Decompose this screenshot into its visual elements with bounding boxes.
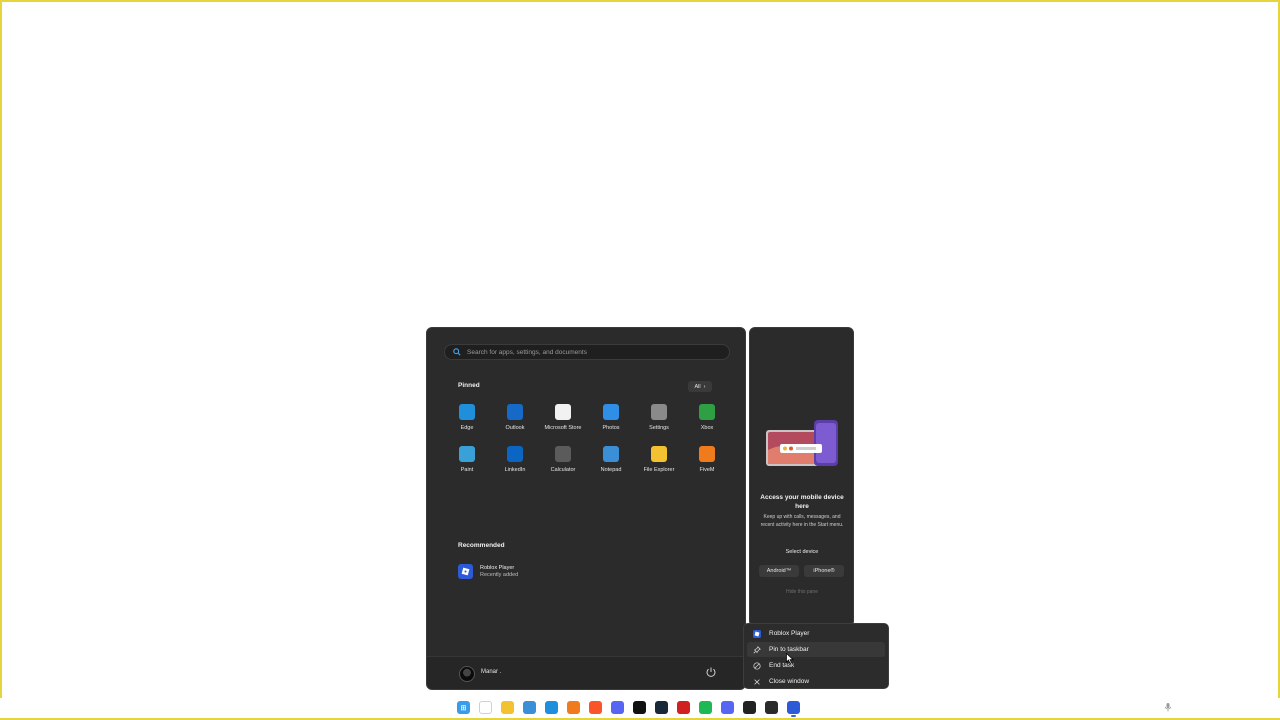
- pinned-app-file-explorer[interactable]: File Explorer: [636, 446, 682, 482]
- taskbar: ⊞: [0, 698, 1280, 718]
- pinned-app-label: Notepad: [600, 467, 622, 473]
- end-task-icon: [752, 661, 762, 671]
- folder-icon: [651, 446, 667, 462]
- gear-icon: [651, 404, 667, 420]
- pinned-app-paint[interactable]: Paint: [444, 446, 490, 482]
- iphone-button[interactable]: iPhone®: [804, 565, 844, 577]
- pinned-app-edge[interactable]: Edge: [444, 404, 490, 440]
- pinned-app-xbox[interactable]: Xbox: [684, 404, 730, 440]
- microphone-icon[interactable]: [1163, 702, 1173, 712]
- context-item-end-task[interactable]: End task: [747, 658, 885, 673]
- phone-panel-description: Keep up with calls, messages, and recent…: [760, 514, 844, 528]
- folder-icon[interactable]: [501, 701, 514, 714]
- start-footer: Manar .: [427, 656, 745, 689]
- phone-illustration-icon: [766, 420, 838, 466]
- recommended-name: Roblox Player: [480, 565, 515, 571]
- fivem-icon[interactable]: [567, 701, 580, 714]
- app-icon[interactable]: [765, 701, 778, 714]
- notepad-icon: [603, 446, 619, 462]
- pinned-app-settings[interactable]: Settings: [636, 404, 682, 440]
- brave-icon[interactable]: [589, 701, 602, 714]
- pinned-app-linkedin[interactable]: LinkedIn: [492, 446, 538, 482]
- search-box[interactable]: [444, 344, 730, 360]
- discord-2-icon[interactable]: [721, 701, 734, 714]
- pinned-app-notepad[interactable]: Notepad: [588, 446, 634, 482]
- all-apps-label: All: [694, 383, 701, 390]
- context-item-pin-to-taskbar[interactable]: Pin to taskbar: [747, 642, 885, 657]
- chatgpt-icon[interactable]: [743, 701, 756, 714]
- start-menu: Pinned All › Edge Outlook Microsoft Store P…: [426, 327, 746, 690]
- context-item-label: Close window: [769, 678, 810, 685]
- pinned-app-label: Xbox: [700, 425, 714, 431]
- epic-games-icon[interactable]: [633, 701, 646, 714]
- pinned-app-label: Settings: [649, 425, 669, 431]
- pinned-app-label: File Explorer: [643, 467, 675, 473]
- start-icon[interactable]: ⊞: [457, 701, 470, 714]
- context-item-label: Pin to taskbar: [769, 646, 809, 653]
- all-apps-button[interactable]: All ›: [688, 381, 712, 392]
- close-icon: [752, 677, 762, 687]
- phone-link-panel: Access your mobile device here Keep up w…: [749, 327, 854, 627]
- roblox-icon: [458, 564, 473, 579]
- xbox-icon: [699, 404, 715, 420]
- pin-icon: [752, 645, 762, 655]
- search-icon[interactable]: [479, 701, 492, 714]
- context-item-label: Roblox Player: [769, 630, 810, 637]
- store-icon: [555, 404, 571, 420]
- pinned-app-fivem[interactable]: FiveM: [684, 446, 730, 482]
- paint-icon: [459, 446, 475, 462]
- task-view-icon[interactable]: [523, 701, 536, 714]
- linkedin-icon: [507, 446, 523, 462]
- edge-icon[interactable]: [545, 701, 558, 714]
- recommended-title: Recommended: [458, 542, 505, 549]
- pinned-app-label: FiveM: [699, 467, 715, 473]
- steam-icon[interactable]: [655, 701, 668, 714]
- pinned-title: Pinned: [458, 382, 480, 389]
- pinned-app-outlook[interactable]: Outlook: [492, 404, 538, 440]
- discord-icon[interactable]: [611, 701, 624, 714]
- edge-icon: [459, 404, 475, 420]
- calculator-icon: [555, 446, 571, 462]
- phone-panel-heading: Access your mobile device here: [760, 494, 844, 510]
- spotify-icon[interactable]: [699, 701, 712, 714]
- roblox-icon[interactable]: [787, 701, 800, 717]
- search-input[interactable]: [467, 348, 717, 356]
- pinned-app-label: Outlook: [505, 425, 525, 431]
- avatar[interactable]: [459, 666, 475, 682]
- android-button[interactable]: Android™: [759, 565, 799, 577]
- outlook-icon: [507, 404, 523, 420]
- pinned-app-label: Microsoft Store: [544, 425, 582, 431]
- fivem-icon: [699, 446, 715, 462]
- mouse-cursor-icon: [786, 653, 794, 664]
- pinned-app-label: Calculator: [550, 467, 576, 473]
- power-icon[interactable]: [705, 666, 717, 678]
- hide-pane-link[interactable]: Hide this pane: [758, 589, 846, 595]
- recommended-sub: Recently added: [480, 572, 519, 578]
- pinned-app-label: Photos: [602, 425, 620, 431]
- roblox-icon: [752, 629, 762, 639]
- user-name[interactable]: Manar .: [481, 669, 501, 675]
- chevron-right-icon: ›: [703, 383, 706, 390]
- pinned-app-microsoft-store[interactable]: Microsoft Store: [540, 404, 586, 440]
- pinned-app-calculator[interactable]: Calculator: [540, 446, 586, 482]
- photos-icon: [603, 404, 619, 420]
- select-device-label: Select device: [785, 549, 819, 555]
- game-launcher-icon[interactable]: [677, 701, 690, 714]
- pinned-app-label: Paint: [460, 467, 474, 473]
- context-item-close-window[interactable]: Close window: [747, 674, 885, 689]
- pinned-app-label: Edge: [460, 425, 474, 431]
- recommended-item[interactable]: Roblox Player Recently added: [458, 564, 518, 579]
- context-item-app-name[interactable]: Roblox Player: [747, 626, 885, 641]
- pinned-app-photos[interactable]: Photos: [588, 404, 634, 440]
- search-icon: [453, 348, 461, 356]
- pinned-app-label: LinkedIn: [504, 467, 526, 473]
- taskbar-context-menu: Roblox Player Pin to taskbar End task Cl…: [743, 623, 889, 689]
